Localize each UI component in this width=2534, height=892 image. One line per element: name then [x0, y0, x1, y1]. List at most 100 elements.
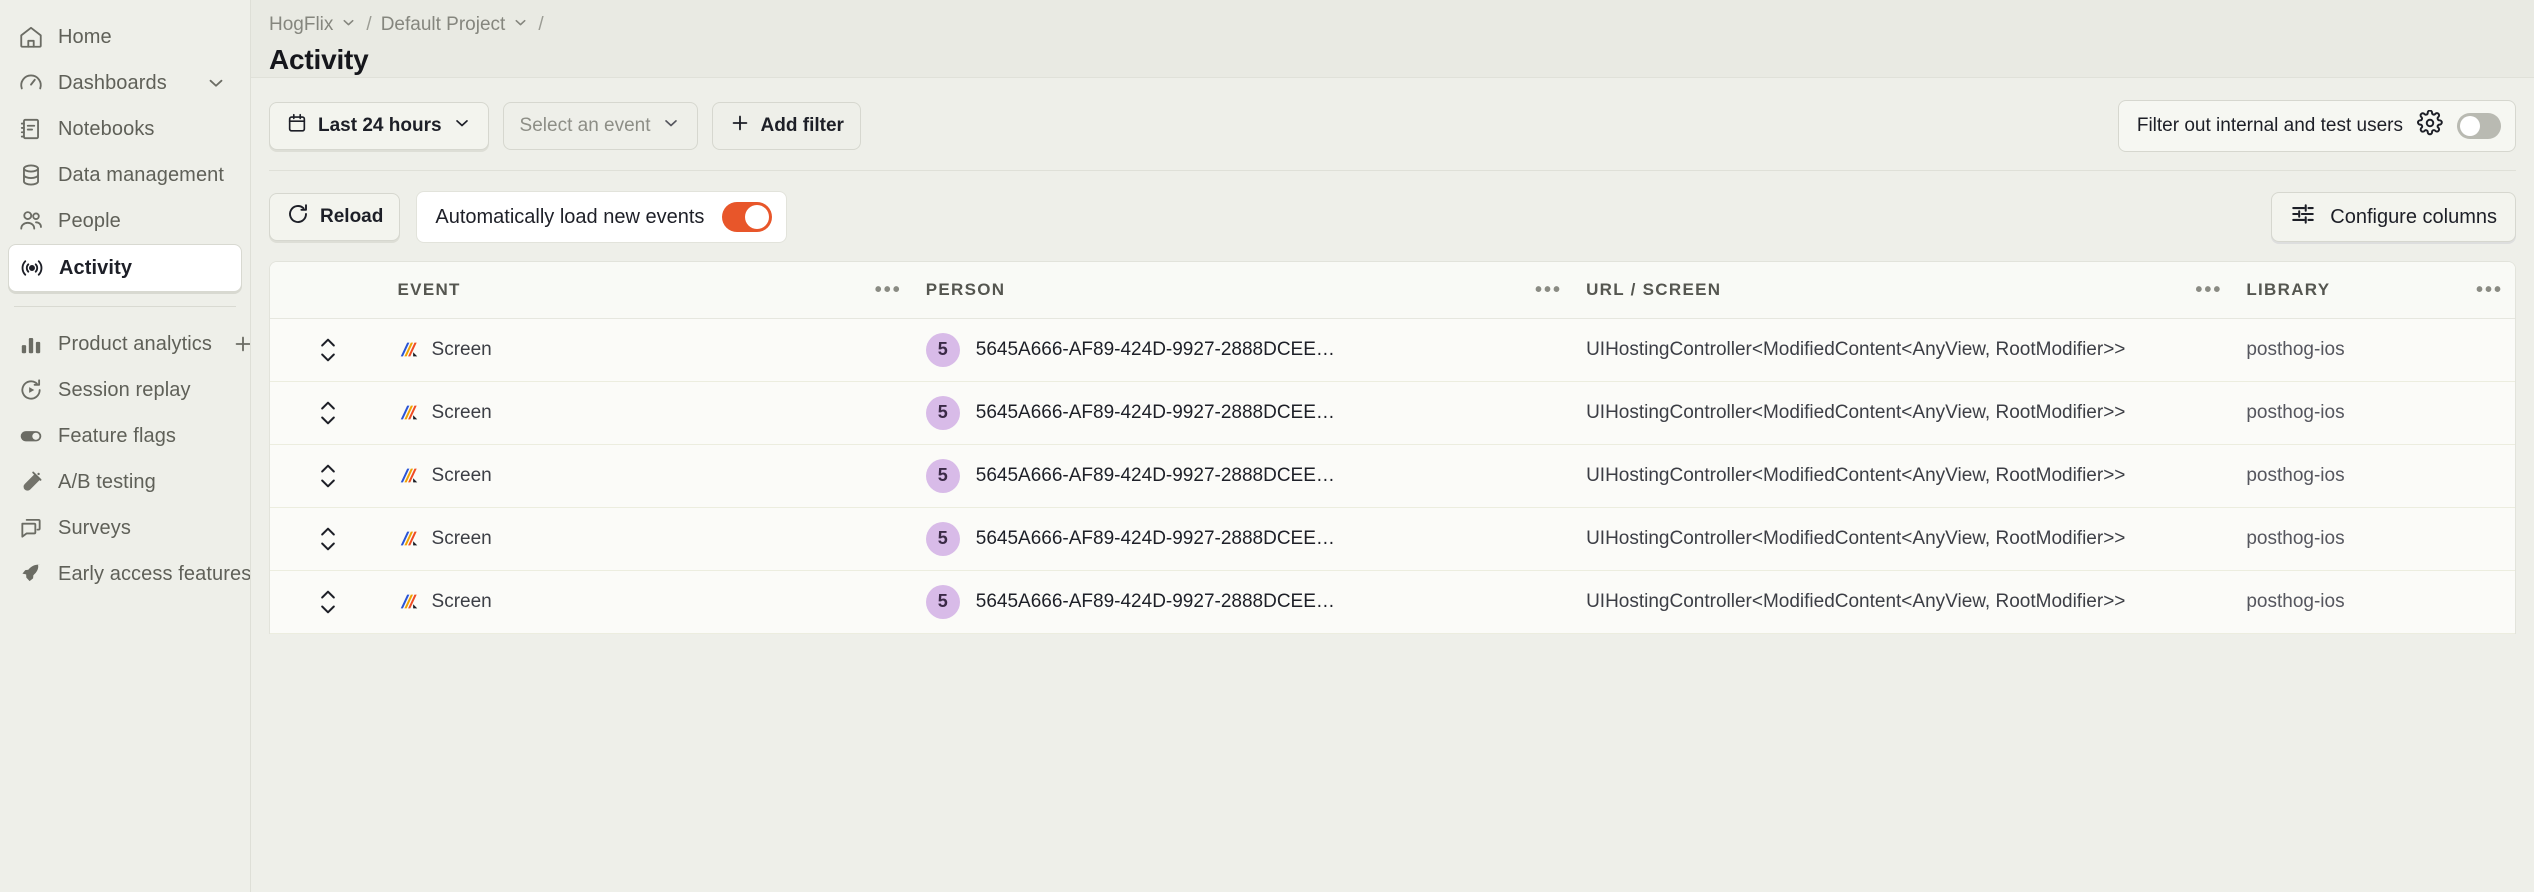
row-event-cell[interactable]: Screen	[386, 381, 914, 444]
table-row[interactable]: Screen 5 5645A666-AF89-424D-9927-2888DCE…	[270, 318, 2515, 381]
add-filter-button[interactable]: Add filter	[712, 102, 861, 150]
configure-columns-button[interactable]: Configure columns	[2271, 192, 2516, 242]
row-event-name: Screen	[432, 402, 492, 424]
column-header-url[interactable]: URL / SCREEN •••	[1574, 262, 2234, 318]
expand-row-icon[interactable]	[282, 526, 374, 552]
sidebar: Home Dashboards	[0, 0, 250, 892]
breadcrumb: HogFlix / Default Project /	[269, 12, 2534, 38]
event-select-placeholder: Select an event	[520, 115, 651, 137]
row-expand-cell[interactable]	[270, 381, 386, 444]
chevron-down-icon[interactable]	[340, 14, 357, 37]
sidebar-item-surveys[interactable]: Surveys	[8, 505, 242, 551]
column-menu-icon[interactable]: •••	[2195, 280, 2222, 300]
sidebar-item-data-management[interactable]: Data management	[8, 152, 242, 198]
row-library-cell[interactable]: posthog-ios	[2234, 444, 2515, 507]
chevron-down-icon[interactable]	[512, 14, 529, 37]
expand-row-icon[interactable]	[282, 400, 374, 426]
row-event-cell[interactable]: Screen	[386, 318, 914, 381]
column-header-event[interactable]: EVENT •••	[386, 262, 914, 318]
row-url-cell[interactable]: UIHostingController<ModifiedContent<AnyV…	[1574, 381, 2234, 444]
expand-row-icon[interactable]	[282, 463, 374, 489]
gear-icon[interactable]	[2417, 110, 2443, 142]
table-row[interactable]: Screen 5 5645A666-AF89-424D-9927-2888DCE…	[270, 444, 2515, 507]
sidebar-item-home[interactable]: Home	[8, 14, 242, 60]
table-row[interactable]: Screen 5 5645A666-AF89-424D-9927-2888DCE…	[270, 381, 2515, 444]
rocket-icon	[18, 561, 44, 587]
calendar-icon	[286, 112, 308, 140]
breadcrumb-org-label: HogFlix	[269, 14, 333, 36]
sidebar-item-dashboards[interactable]: Dashboards	[8, 60, 242, 106]
top-bar: HogFlix / Default Project / Activity	[251, 0, 2534, 78]
breadcrumb-org[interactable]: HogFlix	[269, 14, 357, 37]
row-person-id: 5645A666-AF89-424D-9927-2888DCEE…	[976, 591, 1335, 613]
sidebar-item-label: A/B testing	[58, 471, 156, 494]
row-event-cell[interactable]: Screen	[386, 507, 914, 570]
avatar: 5	[926, 333, 960, 367]
row-expand-cell[interactable]	[270, 507, 386, 570]
row-event-name: Screen	[432, 465, 492, 487]
chevron-down-icon[interactable]	[199, 66, 233, 100]
row-library-cell[interactable]: posthog-ios	[2234, 381, 2515, 444]
row-expand-cell[interactable]	[270, 318, 386, 381]
row-library-cell[interactable]: posthog-ios	[2234, 570, 2515, 633]
sidebar-item-product-analytics[interactable]: Product analytics	[8, 321, 242, 367]
sidebar-item-session-replay[interactable]: Session replay	[8, 367, 242, 413]
row-person-cell[interactable]: 5 5645A666-AF89-424D-9927-2888DCEE…	[914, 318, 1574, 381]
events-table: EVENT ••• PERSON •••	[270, 262, 2515, 634]
sidebar-item-label: Activity	[59, 257, 132, 280]
autoload-events-control[interactable]: Automatically load new events	[416, 191, 787, 243]
row-person-cell[interactable]: 5 5645A666-AF89-424D-9927-2888DCEE…	[914, 507, 1574, 570]
row-url-cell[interactable]: UIHostingController<ModifiedContent<AnyV…	[1574, 507, 2234, 570]
row-url-cell[interactable]: UIHostingController<ModifiedContent<AnyV…	[1574, 570, 2234, 633]
row-person-cell[interactable]: 5 5645A666-AF89-424D-9927-2888DCEE…	[914, 381, 1574, 444]
sidebar-item-people[interactable]: People	[8, 198, 242, 244]
column-menu-icon[interactable]: •••	[2476, 280, 2503, 300]
row-url-value: UIHostingController<ModifiedContent<AnyV…	[1586, 465, 2125, 486]
table-row[interactable]: Screen 5 5645A666-AF89-424D-9927-2888DCE…	[270, 507, 2515, 570]
filter-internal-users-control[interactable]: Filter out internal and test users	[2118, 100, 2516, 152]
filter-internal-users-toggle[interactable]	[2457, 113, 2501, 139]
sidebar-section-divider	[14, 306, 236, 307]
expand-row-icon[interactable]	[282, 589, 374, 615]
row-url-cell[interactable]: UIHostingController<ModifiedContent<AnyV…	[1574, 444, 2234, 507]
table-row[interactable]: Screen 5 5645A666-AF89-424D-9927-2888DCE…	[270, 570, 2515, 633]
autoload-events-toggle[interactable]	[722, 202, 772, 232]
row-person-id: 5645A666-AF89-424D-9927-2888DCEE…	[976, 402, 1335, 424]
row-library-cell[interactable]: posthog-ios	[2234, 507, 2515, 570]
breadcrumb-project[interactable]: Default Project	[381, 14, 530, 37]
row-person-cell[interactable]: 5 5645A666-AF89-424D-9927-2888DCEE…	[914, 444, 1574, 507]
breadcrumb-separator: /	[536, 14, 545, 36]
plus-icon[interactable]	[226, 327, 250, 361]
column-menu-icon[interactable]: •••	[875, 280, 902, 300]
row-event-cell[interactable]: Screen	[386, 570, 914, 633]
screen-event-icon	[398, 528, 420, 550]
sliders-icon	[2290, 201, 2316, 233]
row-event-cell[interactable]: Screen	[386, 444, 914, 507]
row-expand-cell[interactable]	[270, 570, 386, 633]
column-header-event-label: EVENT	[398, 280, 461, 300]
sidebar-item-ab-testing[interactable]: A/B testing	[8, 459, 242, 505]
row-url-cell[interactable]: UIHostingController<ModifiedContent<AnyV…	[1574, 318, 2234, 381]
sidebar-item-label: Data management	[58, 164, 224, 187]
row-expand-cell[interactable]	[270, 444, 386, 507]
sidebar-item-feature-flags[interactable]: Feature flags	[8, 413, 242, 459]
row-library-value: posthog-ios	[2246, 528, 2344, 549]
column-header-library[interactable]: LIBRARY •••	[2234, 262, 2515, 318]
sidebar-item-activity[interactable]: Activity	[8, 244, 242, 292]
sidebar-item-notebooks[interactable]: Notebooks	[8, 106, 242, 152]
row-library-cell[interactable]: posthog-ios	[2234, 318, 2515, 381]
column-menu-icon[interactable]: •••	[1535, 280, 1562, 300]
reload-button[interactable]: Reload	[269, 193, 400, 241]
row-person-cell[interactable]: 5 5645A666-AF89-424D-9927-2888DCEE…	[914, 570, 1574, 633]
expand-row-icon[interactable]	[282, 337, 374, 363]
row-person-id: 5645A666-AF89-424D-9927-2888DCEE…	[976, 339, 1335, 361]
row-person-id: 5645A666-AF89-424D-9927-2888DCEE…	[976, 465, 1335, 487]
row-event-name: Screen	[432, 339, 492, 361]
date-range-button[interactable]: Last 24 hours	[269, 102, 489, 150]
sidebar-item-label: Dashboards	[58, 72, 167, 95]
column-header-person[interactable]: PERSON •••	[914, 262, 1574, 318]
page-title: Activity	[269, 44, 2534, 76]
sidebar-item-early-access-features[interactable]: Early access features	[8, 551, 242, 597]
column-header-person-label: PERSON	[926, 280, 1006, 300]
event-select-button[interactable]: Select an event	[503, 102, 698, 150]
